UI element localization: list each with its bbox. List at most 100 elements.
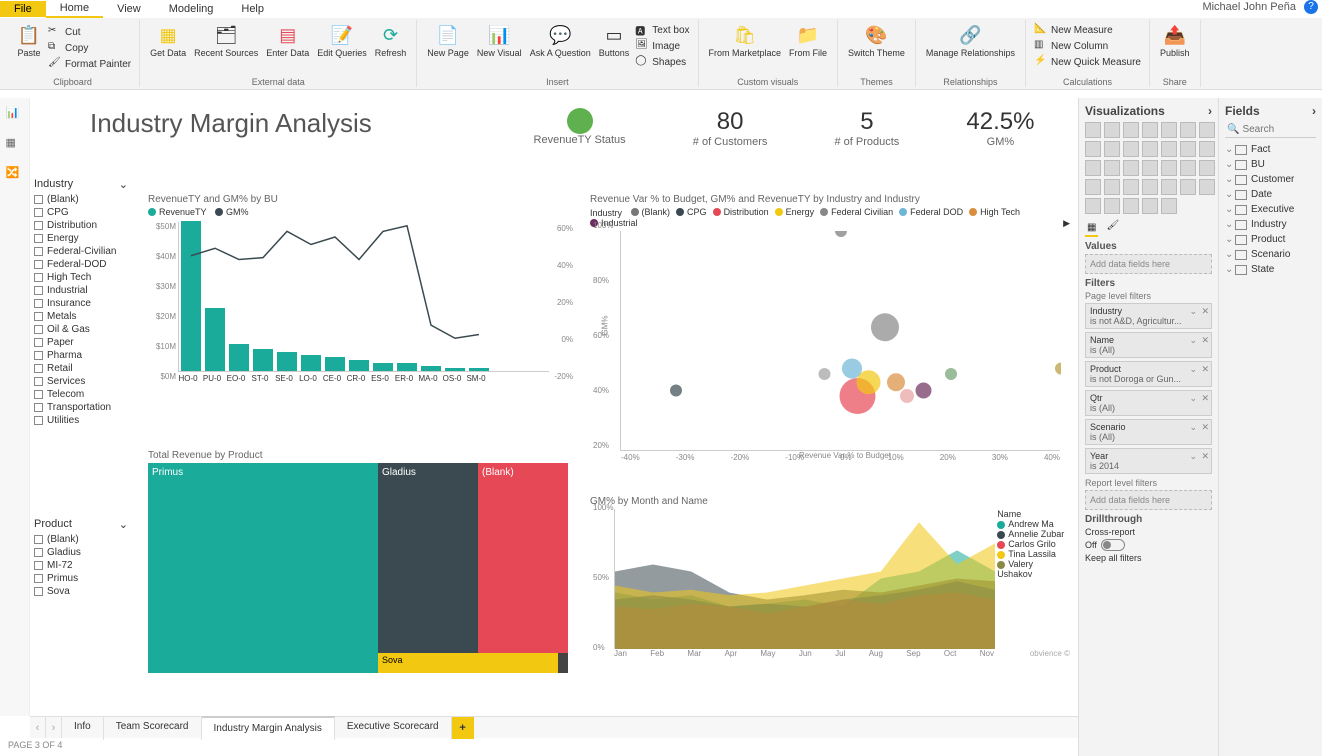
chevron-down-icon[interactable]: ⌄	[1225, 174, 1235, 185]
bar[interactable]	[469, 368, 489, 371]
chevron-down-icon[interactable]: ⌄	[1189, 451, 1197, 462]
slicer-item[interactable]: Retail	[34, 362, 134, 375]
menu-modeling[interactable]: Modeling	[155, 1, 228, 17]
visual-type-icon[interactable]	[1199, 141, 1215, 157]
report-view-icon[interactable]: 📊	[6, 106, 24, 124]
page-prev-button[interactable]: ‹	[30, 717, 46, 738]
slicer-item[interactable]: Paper	[34, 336, 134, 349]
slicer-item[interactable]: Federal-Civilian	[34, 245, 134, 258]
enter-data-button[interactable]: ▤Enter Data	[262, 20, 313, 60]
field-table[interactable]: ⌄Executive	[1225, 202, 1316, 217]
checkbox-icon[interactable]	[34, 221, 43, 230]
slicer-item[interactable]: Industrial	[34, 284, 134, 297]
close-icon[interactable]: ✕	[1201, 451, 1209, 462]
slicer-item[interactable]: Pharma	[34, 349, 134, 362]
chevron-down-icon[interactable]: ⌄	[119, 178, 128, 191]
format-painter-button[interactable]: 🖌Format Painter	[46, 56, 133, 72]
slicer-item[interactable]: Primus	[34, 572, 134, 585]
filter-card[interactable]: Industryis not A&D, Agricultur...⌄✕	[1085, 303, 1212, 329]
checkbox-icon[interactable]	[34, 325, 43, 334]
new-column-button[interactable]: ▥New Column	[1032, 38, 1143, 54]
close-icon[interactable]: ✕	[1201, 306, 1209, 317]
chevron-down-icon[interactable]: ⌄	[1225, 234, 1235, 245]
visual-type-icon[interactable]	[1180, 141, 1196, 157]
visual-type-icon[interactable]	[1123, 122, 1139, 138]
ask-question-button[interactable]: 💬Ask A Question	[526, 20, 595, 70]
visual-type-icon[interactable]	[1161, 179, 1177, 195]
checkbox-icon[interactable]	[34, 364, 43, 373]
checkbox-icon[interactable]	[34, 548, 43, 557]
field-table[interactable]: ⌄Industry	[1225, 217, 1316, 232]
slicer-industry[interactable]: Industry⌄ (Blank)CPGDistributionEnergyFe…	[34, 178, 134, 427]
chevron-right-icon[interactable]: ›	[1208, 104, 1212, 118]
chevron-down-icon[interactable]: ⌄	[1225, 219, 1235, 230]
checkbox-icon[interactable]	[34, 273, 43, 282]
visual-type-icon[interactable]	[1104, 141, 1120, 157]
menu-home[interactable]: Home	[46, 0, 103, 18]
filter-card[interactable]: Nameis (All)⌄✕	[1085, 332, 1212, 358]
treemap-cell[interactable]	[558, 653, 568, 673]
field-table[interactable]: ⌄BU	[1225, 157, 1316, 172]
bar[interactable]	[301, 355, 321, 371]
slicer-item[interactable]: Sova	[34, 585, 134, 598]
treemap-cell[interactable]: Sova	[378, 653, 558, 673]
visual-type-icon[interactable]	[1161, 160, 1177, 176]
bar[interactable]	[445, 368, 465, 371]
visual-type-icon[interactable]	[1085, 198, 1101, 214]
chevron-down-icon[interactable]: ⌄	[1189, 393, 1197, 404]
slicer-item[interactable]: Energy	[34, 232, 134, 245]
visual-type-icon[interactable]	[1085, 179, 1101, 195]
shapes-button[interactable]: ◯Shapes	[633, 54, 691, 70]
field-table[interactable]: ⌄Fact	[1225, 142, 1316, 157]
cross-report-toggle[interactable]	[1101, 539, 1125, 551]
filter-card[interactable]: Productis not Doroga or Gun...⌄✕	[1085, 361, 1212, 387]
visual-picker[interactable]	[1085, 122, 1212, 214]
chevron-down-icon[interactable]: ⌄	[1225, 204, 1235, 215]
visual-type-icon[interactable]	[1161, 141, 1177, 157]
marketplace-button[interactable]: 🛍From Marketplace	[705, 20, 786, 60]
bar[interactable]	[397, 363, 417, 371]
add-page-button[interactable]: +	[452, 717, 474, 739]
slicer-item[interactable]: Telecom	[34, 388, 134, 401]
chart-area[interactable]: GM% by Month and Name 0%50%100% Name And…	[590, 496, 1070, 658]
treemap-cell[interactable]: Primus	[148, 463, 378, 673]
chart-scatter[interactable]: Revenue Var % to Budget, GM% and Revenue…	[590, 194, 1070, 460]
slicer-item[interactable]: Utilities	[34, 414, 134, 427]
visual-type-icon[interactable]	[1123, 198, 1139, 214]
menu-help[interactable]: Help	[227, 1, 278, 17]
new-measure-button[interactable]: 📐New Measure	[1032, 22, 1143, 38]
visual-type-icon[interactable]	[1180, 179, 1196, 195]
field-table[interactable]: ⌄State	[1225, 262, 1316, 277]
visual-type-icon[interactable]	[1104, 160, 1120, 176]
visual-type-icon[interactable]	[1085, 141, 1101, 157]
visual-type-icon[interactable]	[1199, 122, 1215, 138]
paste-button[interactable]: 📋 Paste	[12, 20, 46, 72]
checkbox-icon[interactable]	[34, 260, 43, 269]
visual-type-icon[interactable]	[1180, 122, 1196, 138]
filter-card[interactable]: Scenariois (All)⌄✕	[1085, 419, 1212, 445]
visual-type-icon[interactable]	[1104, 198, 1120, 214]
bar[interactable]	[277, 352, 297, 371]
visual-type-icon[interactable]	[1142, 198, 1158, 214]
get-data-button[interactable]: ▦Get Data	[146, 20, 190, 60]
field-table[interactable]: ⌄Date	[1225, 187, 1316, 202]
visual-type-icon[interactable]	[1142, 179, 1158, 195]
visual-type-icon[interactable]	[1123, 179, 1139, 195]
visual-type-icon[interactable]	[1104, 122, 1120, 138]
slicer-item[interactable]: Federal-DOD	[34, 258, 134, 271]
buttons-button[interactable]: ▭Buttons	[595, 20, 634, 70]
bar[interactable]	[181, 221, 201, 371]
bar[interactable]	[373, 363, 393, 371]
chevron-down-icon[interactable]: ⌄	[1225, 159, 1235, 170]
chevron-right-icon[interactable]: ›	[1312, 104, 1316, 118]
chevron-down-icon[interactable]: ⌄	[1189, 335, 1197, 346]
slicer-item[interactable]: Insurance	[34, 297, 134, 310]
slicer-item[interactable]: High Tech	[34, 271, 134, 284]
checkbox-icon[interactable]	[34, 561, 43, 570]
bar[interactable]	[325, 357, 345, 371]
close-icon[interactable]: ✕	[1201, 364, 1209, 375]
visual-type-icon[interactable]	[1085, 160, 1101, 176]
play-icon[interactable]: ▶	[1063, 218, 1070, 229]
checkbox-icon[interactable]	[34, 587, 43, 596]
report-filters-well[interactable]: Add data fields here	[1085, 490, 1212, 510]
